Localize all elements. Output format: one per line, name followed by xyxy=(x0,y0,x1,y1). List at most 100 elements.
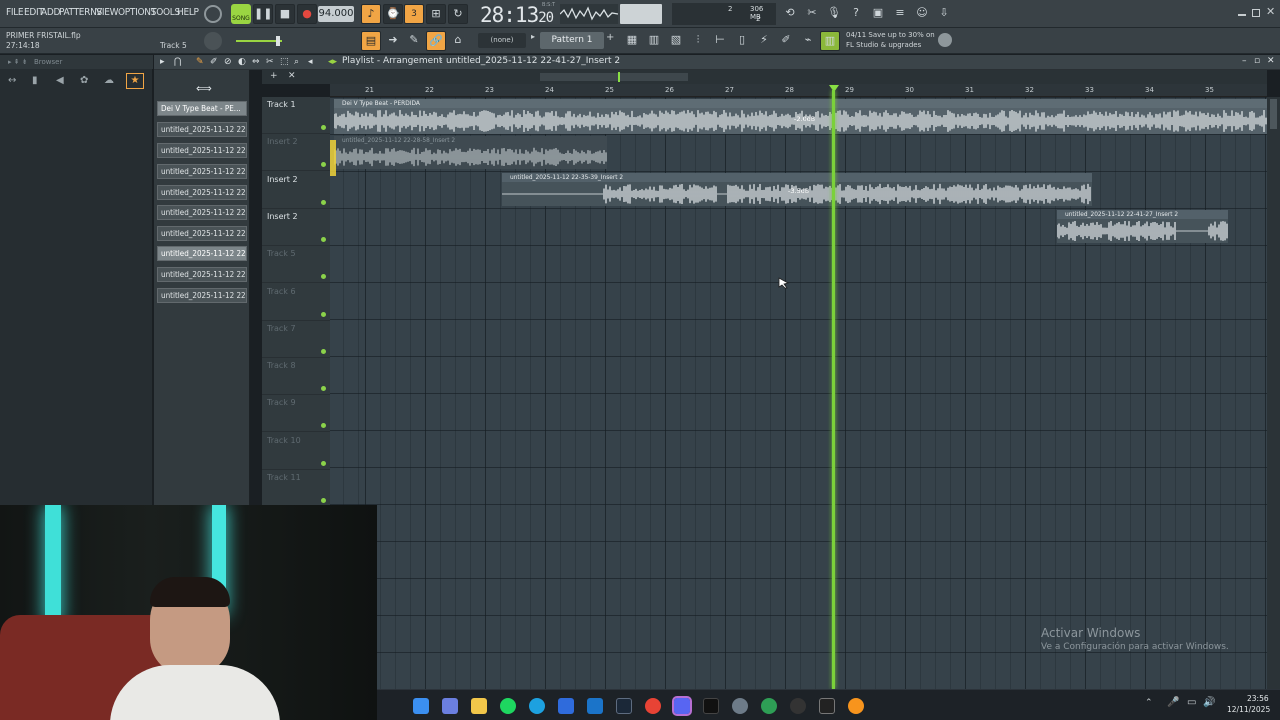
browser-arrows-icon[interactable]: ▸ ⇞ ⇟ xyxy=(8,58,28,66)
playlist-arrows-icon[interactable]: ◂▸ xyxy=(328,57,337,67)
collapse-icon[interactable]: ↔ xyxy=(8,75,16,86)
clip-nav-icon[interactable]: ⟺ xyxy=(196,82,212,95)
track-header[interactable]: Track 7 xyxy=(262,321,330,358)
clip-source-item[interactable]: untitled_2025-11-12 22-... xyxy=(157,164,247,179)
download-icon[interactable]: ⇩ xyxy=(934,4,954,24)
playlist-icon[interactable]: ▦ xyxy=(622,31,642,51)
speaker-icon[interactable]: ◀ xyxy=(56,75,64,86)
mute-tool-icon[interactable]: ◐ xyxy=(238,57,246,67)
slice-tool-icon[interactable]: ✂ xyxy=(266,57,274,67)
tempo-display[interactable]: 94.000 xyxy=(318,6,354,22)
metronome-icon[interactable]: ♪ xyxy=(361,4,381,24)
audio-clip[interactable]: untitled_2025-11-12 22-35-39_Insert 2 -3… xyxy=(502,173,1092,206)
channel-rack-icon[interactable]: ▧ xyxy=(666,31,686,51)
draw-tool-icon[interactable]: ✎ xyxy=(196,57,204,67)
tree-icon[interactable]: ⊢ xyxy=(710,31,730,51)
playlist-grid[interactable]: Dei V Type Beat - PERDIDA -2.0dB untitle… xyxy=(330,97,1267,689)
track-header[interactable]: Track 11 xyxy=(262,470,330,507)
zoom-tool-icon[interactable]: ⌕ xyxy=(294,57,299,67)
playlist-maximize-icon[interactable]: ▫ xyxy=(1254,56,1260,66)
clip-source-item[interactable]: untitled_2025-11-12 22-... xyxy=(157,205,247,220)
master-pitch-knob[interactable] xyxy=(204,32,222,50)
audio-clip[interactable]: Dei V Type Beat - PERDIDA -2.0dB xyxy=(334,99,1267,134)
help-icon[interactable]: ? xyxy=(846,4,866,24)
plug-icon[interactable]: ⚡ xyxy=(754,31,774,51)
playlist-minimize-icon[interactable]: – xyxy=(1242,56,1247,66)
stretch-icon[interactable]: ⌁ xyxy=(798,31,818,51)
track-header[interactable]: Track 6 xyxy=(262,284,330,321)
playlist-overview-bar[interactable]: + ✕ xyxy=(262,70,1267,84)
track-header[interactable]: Insert 2 xyxy=(262,209,330,246)
clock-time[interactable]: 23:56 xyxy=(1247,694,1269,703)
track-enable-led[interactable] xyxy=(321,348,326,354)
account-icon[interactable] xyxy=(938,33,952,47)
delete-tool-icon[interactable]: ⊘ xyxy=(224,57,232,67)
playback-tool-icon[interactable]: ◂ xyxy=(308,57,313,67)
chrome-profile-icon[interactable] xyxy=(761,698,777,714)
clip-source-item[interactable]: Dei V Type Beat - PE... xyxy=(157,101,247,116)
mixer-icon[interactable]: ≡ xyxy=(890,4,910,24)
song-mode-button[interactable]: SONG xyxy=(231,4,251,24)
tray-chevron-icon[interactable]: ⌃ xyxy=(1145,698,1153,708)
tiktok-icon[interactable] xyxy=(703,698,719,714)
plugin-icon[interactable]: ▯ xyxy=(732,31,752,51)
track-enable-led[interactable] xyxy=(321,199,326,205)
play-button[interactable]: ❚❚ xyxy=(253,4,273,24)
track-enable-led[interactable] xyxy=(321,311,326,317)
store-icon[interactable] xyxy=(558,698,574,714)
clip-source-item[interactable]: untitled_2025-11-12 22-... xyxy=(157,226,247,241)
mixer-view-icon[interactable]: ⫶ xyxy=(688,31,708,51)
cloud-icon[interactable]: ☁ xyxy=(104,75,114,86)
track-header[interactable]: Insert 2 xyxy=(262,172,330,209)
news-icon[interactable]: ▥ xyxy=(820,31,840,51)
track-header[interactable]: Track 5 xyxy=(262,246,330,284)
star-icon[interactable]: ★ xyxy=(126,73,144,89)
loop-record-icon[interactable]: ↻ xyxy=(448,4,468,24)
clip-source-item[interactable]: untitled_2025-11-12 22-... xyxy=(157,246,247,261)
master-volume-handle[interactable] xyxy=(276,36,280,46)
track-enable-led[interactable] xyxy=(321,386,326,392)
audio-clip[interactable]: untitled_2025-11-12 22-41-27_Insert 2 xyxy=(1057,210,1228,243)
track-enable-led[interactable] xyxy=(321,423,326,429)
steam-icon[interactable] xyxy=(616,698,632,714)
piano-roll-view-icon[interactable]: ▥ xyxy=(644,31,664,51)
clip-source-item[interactable]: untitled_2025-11-12 22-... xyxy=(157,185,247,200)
track-header[interactable]: Track 1 xyxy=(262,97,330,134)
audio-clip[interactable]: untitled_2025-11-12 22-28-58_Insert 2 xyxy=(334,136,607,169)
spotify-icon[interactable] xyxy=(500,698,516,714)
undo-history-icon[interactable]: ⟲ xyxy=(780,4,800,24)
track-enable-led[interactable] xyxy=(321,125,326,130)
track-enable-led[interactable] xyxy=(321,460,326,466)
track-header[interactable]: Insert 2 xyxy=(262,134,330,172)
track-enable-led[interactable] xyxy=(321,162,326,168)
track-enable-led[interactable] xyxy=(321,236,326,242)
scrollbar-thumb[interactable] xyxy=(1270,99,1277,129)
start-icon[interactable] xyxy=(413,698,429,714)
playlist-options-icon[interactable]: + xyxy=(270,71,278,81)
track-header[interactable]: Track 10 xyxy=(262,433,330,470)
save-icon[interactable]: ▣ xyxy=(868,4,888,24)
piano-roll-icon[interactable]: ▤ xyxy=(361,31,381,51)
brush-icon[interactable]: ✐ xyxy=(776,31,796,51)
timeline-ruler[interactable]: 21 22 23 24 25 26 27 28 29 30 31 32 33 34 35 xyxy=(330,84,1267,97)
obs-icon[interactable] xyxy=(790,698,806,714)
fl-studio-icon[interactable] xyxy=(848,698,864,714)
overview-scroll-thumb[interactable] xyxy=(540,73,688,81)
tray-network-icon[interactable]: ▭ xyxy=(1187,697,1196,708)
folder-icon[interactable]: ▮ xyxy=(32,75,38,86)
chat-icon[interactable]: ☺ xyxy=(912,4,932,24)
pattern-selector[interactable]: Pattern 1 xyxy=(540,32,604,49)
track-header[interactable]: Track 9 xyxy=(262,395,330,433)
playhead[interactable] xyxy=(832,90,835,689)
playlist-scrollbar[interactable] xyxy=(1267,97,1280,689)
track-enable-led[interactable] xyxy=(321,274,326,280)
track-header[interactable]: Track 8 xyxy=(262,358,330,396)
tools-icon[interactable]: ✂ xyxy=(802,4,822,24)
link-icon[interactable]: 🔗 xyxy=(426,31,446,51)
file-explorer-icon[interactable] xyxy=(471,698,487,714)
widgets-icon[interactable] xyxy=(442,698,458,714)
close-icon[interactable]: ✕ xyxy=(1266,5,1275,18)
clip-source-item[interactable]: untitled_2025-11-12 22-... xyxy=(157,267,247,282)
menu-tools[interactable]: TOOLS xyxy=(151,7,180,18)
promo-line-2[interactable]: FL Studio & upgrades xyxy=(846,41,921,49)
